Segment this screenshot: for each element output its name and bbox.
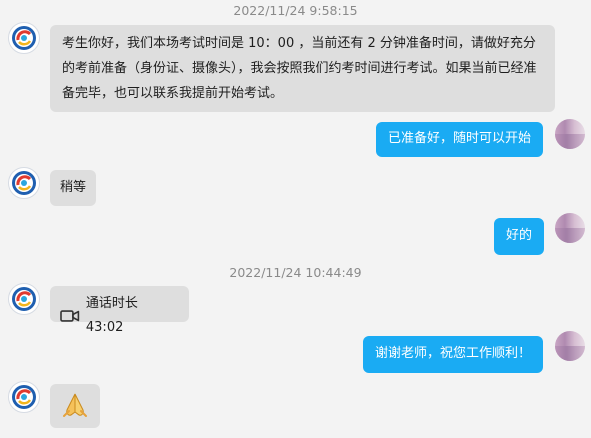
user-avatar[interactable] [555,213,585,243]
message-bubble-incoming: 考生你好，我们本场考试时间是 10：00 ，当前还有 2 分钟准备时间，请做好充… [50,25,555,112]
teacher-avatar[interactable] [8,381,40,413]
call-duration-label: 通话时长 43:02 [85,296,138,335]
call-record-bubble[interactable]: 通话时长 43:02 [50,286,189,335]
message-bubble-outgoing: 已准备好，随时可以开始 [375,122,543,157]
timestamp: 2022/11/24 9:58:15 [233,3,358,18]
logo-icon [12,26,36,50]
logo-icon [12,171,36,195]
message-bubble-outgoing: 谢谢老师，祝您工作顺利！ [362,336,543,373]
message-bubble-incoming: 稍等 [50,170,97,206]
message-bubble-outgoing: 好的 [493,218,544,255]
teacher-avatar[interactable] [8,283,40,315]
logo-icon [12,287,36,311]
video-camera-icon [60,310,80,322]
folded-hands-icon [63,393,87,417]
user-avatar[interactable] [555,119,585,149]
teacher-avatar[interactable] [8,167,40,199]
teacher-avatar[interactable] [8,22,40,54]
emoji-bubble [50,384,100,428]
user-avatar[interactable] [555,331,585,361]
logo-icon [12,385,36,409]
timestamp: 2022/11/24 10:44:49 [229,265,362,280]
